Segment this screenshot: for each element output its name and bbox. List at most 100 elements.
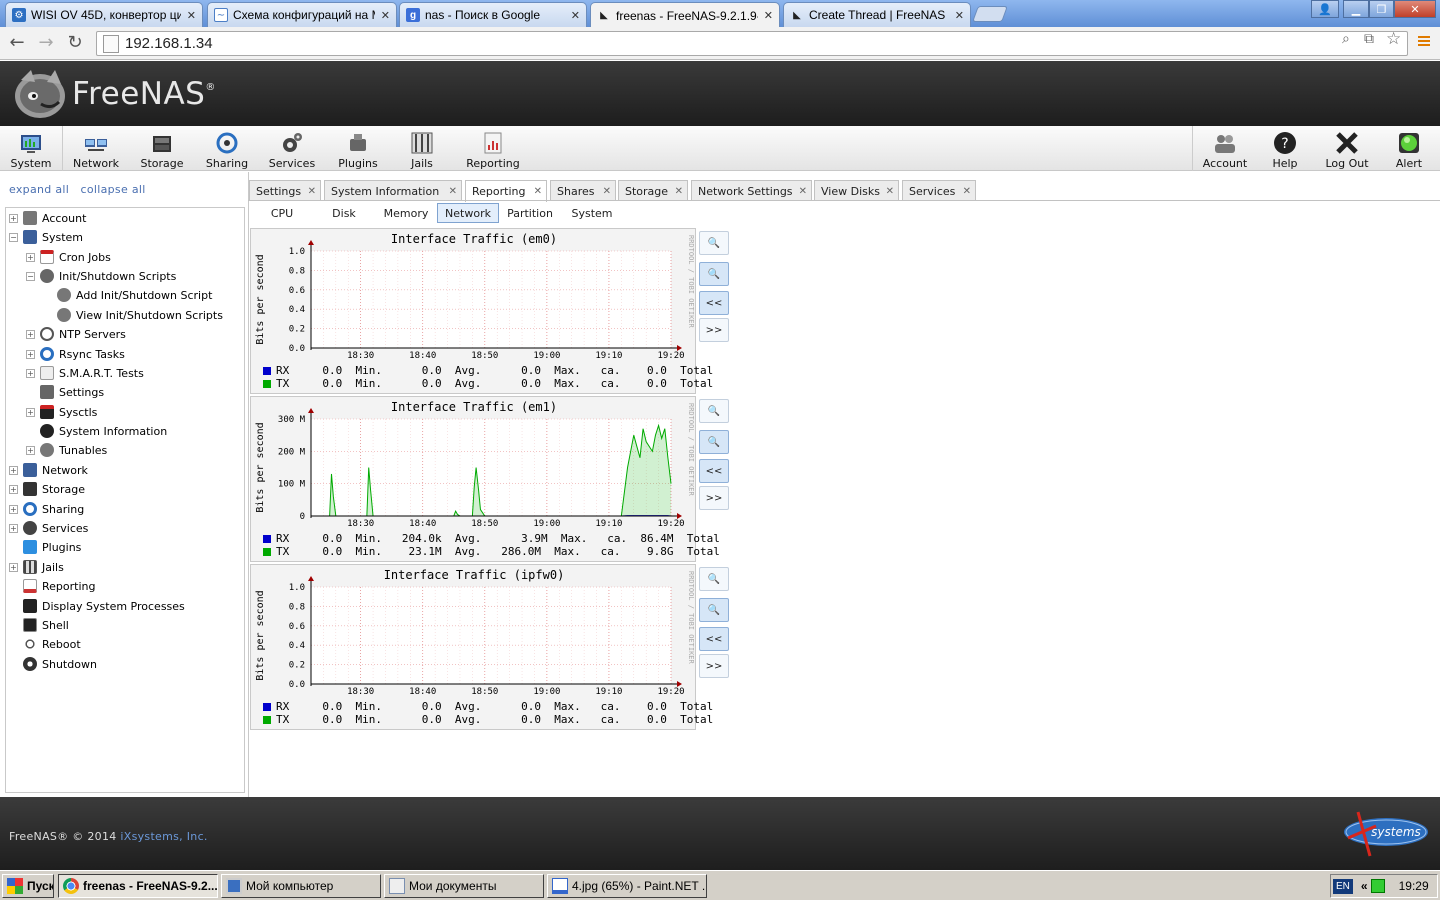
sidebar-item-plugins[interactable]: Plugins (9, 538, 81, 556)
prev-button[interactable]: << (699, 459, 729, 483)
subtab-system[interactable]: System (566, 203, 618, 223)
star-icon[interactable]: ☆ (1386, 29, 1401, 49)
subtab-cpu[interactable]: CPU (262, 203, 302, 223)
zoom-in-button[interactable]: 🔍 (699, 399, 729, 423)
browser-tab[interactable]: g nas - Поиск в Google ✕ (399, 2, 587, 27)
search-icon[interactable]: ⌕ (1342, 31, 1350, 47)
nav-storage[interactable]: Storage (138, 126, 186, 171)
expand-icon[interactable]: + (9, 465, 18, 475)
tab-storage[interactable]: Storage ✕ (618, 180, 688, 201)
expand-icon[interactable]: + (9, 504, 18, 514)
sidebar-item-network[interactable]: + Network (9, 461, 88, 479)
zoom-in-button[interactable]: 🔍 (699, 567, 729, 591)
sidebar-item-system[interactable]: − System (9, 228, 83, 246)
close-icon[interactable]: ✕ (571, 9, 580, 22)
nav-plugins[interactable]: Plugins (334, 126, 382, 171)
sidebar-item-sharing[interactable]: + Sharing (9, 500, 84, 518)
expand-icon[interactable]: + (9, 213, 18, 223)
close-icon[interactable]: ✕ (799, 186, 807, 197)
tray-expand-icon[interactable]: « (1361, 879, 1368, 893)
close-icon[interactable]: ✕ (449, 186, 457, 197)
close-icon[interactable]: ✕ (675, 186, 683, 197)
sidebar-item-jails[interactable]: + Jails (9, 558, 64, 576)
zoom-out-button[interactable]: 🔍 (699, 598, 729, 622)
browser-tab[interactable]: ⚙ WISI OV 45D, конвертор ци ✕ (5, 2, 203, 27)
nav-services[interactable]: Services (266, 126, 318, 171)
language-indicator[interactable]: EN (1333, 878, 1353, 894)
taskbar-item-my-documents[interactable]: Мои документы (384, 874, 544, 898)
tab-reporting[interactable]: Reporting ✕ (465, 180, 547, 202)
user-profile-icon[interactable]: 👤 (1311, 0, 1339, 18)
expand-icon[interactable]: + (26, 407, 35, 417)
close-icon[interactable]: ✕ (187, 9, 196, 22)
nav-account[interactable]: Account (1200, 126, 1250, 171)
translate-icon[interactable]: ⧉ (1364, 31, 1374, 47)
subtab-network[interactable]: Network (437, 203, 499, 223)
tray-status-icon[interactable] (1370, 879, 1385, 893)
close-icon[interactable]: ✕ (886, 186, 894, 197)
expand-all-link[interactable]: expand all (9, 183, 69, 196)
tab-system-information[interactable]: System Information ✕ (324, 180, 462, 201)
close-window-button[interactable]: ✕ (1394, 0, 1436, 18)
collapse-icon[interactable]: − (9, 232, 18, 242)
browser-menu-icon[interactable] (1418, 36, 1430, 48)
next-button[interactable]: >> (699, 318, 729, 342)
subtab-memory[interactable]: Memory (378, 203, 434, 223)
close-icon[interactable]: ✕ (308, 186, 316, 197)
expand-icon[interactable]: + (26, 329, 35, 339)
tab-view-disks[interactable]: View Disks ✕ (814, 180, 899, 201)
tab-shares[interactable]: Shares ✕ (550, 180, 616, 201)
subtab-disk[interactable]: Disk (324, 203, 364, 223)
taskbar-item-chrome[interactable]: freenas - FreeNAS-9.2... (58, 874, 218, 898)
collapse-all-link[interactable]: collapse all (81, 183, 146, 196)
taskbar-item-my-computer[interactable]: Мой компьютер (221, 874, 381, 898)
zoom-in-button[interactable]: 🔍 (699, 231, 729, 255)
sidebar-item-add-init-shutdown-script[interactable]: Add Init/Shutdown Script (43, 286, 212, 304)
sidebar-item-ntp-servers[interactable]: + NTP Servers (26, 325, 126, 343)
close-icon[interactable]: ✕ (381, 9, 390, 22)
sidebar-item-tunables[interactable]: + Tunables (26, 441, 107, 459)
reload-icon[interactable]: ↻ (63, 32, 87, 53)
subtab-partition[interactable]: Partition (501, 203, 559, 223)
tab-network-settings[interactable]: Network Settings ✕ (691, 180, 812, 201)
next-button[interactable]: >> (699, 654, 729, 678)
nav-network[interactable]: Network (72, 126, 120, 171)
back-arrow-icon[interactable]: ← (5, 32, 29, 53)
collapse-icon[interactable]: − (26, 271, 35, 281)
close-icon[interactable]: ✕ (764, 9, 773, 22)
expand-icon[interactable]: + (26, 252, 35, 262)
nav-reporting[interactable]: Reporting (462, 126, 524, 171)
ixsystems-link[interactable]: iXsystems, Inc. (120, 830, 207, 843)
expand-icon[interactable]: + (26, 349, 35, 359)
sidebar-item-reboot[interactable]: Reboot (9, 635, 81, 653)
minimize-button[interactable]: ▁ (1343, 0, 1369, 18)
restore-button[interactable]: ❐ (1369, 0, 1394, 18)
prev-button[interactable]: << (699, 291, 729, 315)
nav-sharing[interactable]: Sharing (202, 126, 252, 171)
sidebar-item-init-shutdown-scripts[interactable]: − Init/Shutdown Scripts (26, 267, 176, 285)
close-icon[interactable]: ✕ (534, 186, 542, 197)
next-button[interactable]: >> (699, 486, 729, 510)
nav-alert[interactable]: Alert (1390, 126, 1428, 171)
forward-arrow-icon[interactable]: → (34, 32, 58, 53)
address-bar[interactable]: 192.168.1.34 (96, 31, 1408, 56)
close-icon[interactable]: ✕ (955, 9, 964, 22)
nav-jails[interactable]: Jails (400, 126, 444, 171)
sidebar-item-shell[interactable]: Shell (9, 616, 69, 634)
sidebar-item-view-init-shutdown-scripts[interactable]: View Init/Shutdown Scripts (43, 306, 223, 324)
browser-tab-active[interactable]: ◣ freenas - FreeNAS-9.2.1.9-R ✕ (590, 2, 780, 28)
tab-settings[interactable]: Settings ✕ (249, 180, 321, 201)
sidebar-item-rsync-tasks[interactable]: + Rsync Tasks (26, 345, 125, 363)
sidebar-item-display-system-processes[interactable]: Display System Processes (9, 597, 185, 615)
expand-icon[interactable]: + (9, 523, 18, 533)
sidebar-item-storage[interactable]: + Storage (9, 480, 85, 498)
start-button[interactable]: Пуск (2, 874, 54, 898)
sidebar-item-account[interactable]: + Account (9, 209, 86, 227)
sidebar-item-sysctls[interactable]: + Sysctls (26, 403, 97, 421)
prev-button[interactable]: << (699, 627, 729, 651)
expand-icon[interactable]: + (9, 562, 18, 572)
sidebar-item-system-information[interactable]: System Information (26, 422, 167, 440)
zoom-out-button[interactable]: 🔍 (699, 430, 729, 454)
nav-help[interactable]: ? Help (1266, 126, 1304, 171)
nav-system[interactable]: System (8, 126, 54, 171)
